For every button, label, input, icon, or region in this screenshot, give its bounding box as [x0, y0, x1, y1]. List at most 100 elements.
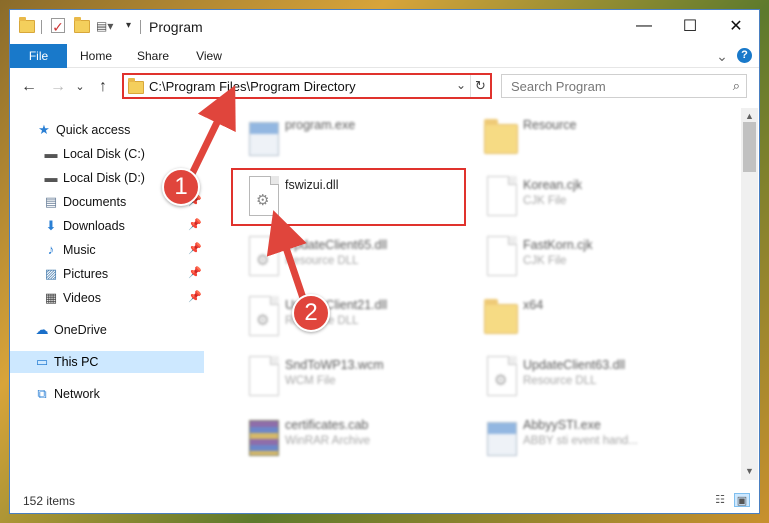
pin-icon[interactable]: 📌	[188, 266, 202, 279]
address-bar[interactable]: C:\Program Files\Program Directory ⌄ ↻	[122, 73, 492, 99]
customize-toolbar-icon[interactable]: ▤▾	[96, 18, 113, 34]
step-1-marker: 1	[162, 168, 200, 206]
folder-icon	[484, 296, 520, 340]
archive-icon	[246, 416, 282, 460]
navigation-pane: ★ Quick access ▬ Local Disk (C:) ▬ Local Disk…	[10, 108, 204, 478]
file-type: Resource DLL	[523, 375, 597, 387]
drive-icon: ▬	[44, 146, 58, 161]
file-item[interactable]: AbbyySTI.exe ABBY sti event hand...	[462, 412, 702, 468]
sidebar-item-label: Network	[54, 387, 100, 401]
large-icons-view-icon[interactable]: ▣	[734, 493, 750, 507]
search-box[interactable]: ⌕	[501, 74, 747, 98]
sidebar-item-downloads[interactable]: ⬇ Downloads 📌	[10, 215, 204, 237]
vertical-scrollbar[interactable]: ▲ ▼	[741, 108, 758, 480]
file-name: FastKorn.cjk	[523, 238, 593, 252]
file-name: AbbyySTI.exe	[523, 418, 601, 432]
sidebar-item-label: OneDrive	[54, 323, 107, 337]
file-name: Resource	[523, 118, 577, 132]
sidebar-item-local-disk-c[interactable]: ▬ Local Disk (C:)	[10, 143, 204, 165]
scrollbar-thumb[interactable]	[743, 122, 756, 172]
sidebar-item-label: Music	[63, 243, 96, 257]
address-dropdown-icon[interactable]: ⌄	[456, 78, 466, 92]
sidebar-item-network[interactable]: ⧉ Network	[10, 383, 204, 405]
title-bar: ✓ ▤▾ ▾ Program — ☐ ✕	[10, 10, 759, 44]
music-icon: ♪	[47, 242, 55, 257]
tab-share[interactable]: Share	[128, 44, 178, 68]
sidebar-item-label: Pictures	[63, 267, 109, 281]
star-icon: ★	[38, 122, 50, 137]
file-item[interactable]: SndToWP13.wcm WCM File	[224, 352, 464, 408]
folder-icon	[19, 17, 35, 34]
recent-locations-button[interactable]: ⌄	[72, 76, 88, 98]
file-item[interactable]: ⚙ UpdateClient63.dll Resource DLL	[462, 352, 702, 408]
details-view-icon[interactable]: ☷	[712, 493, 728, 507]
sidebar-item-music[interactable]: ♪ Music 📌	[10, 239, 204, 261]
documents-icon: ▤	[44, 194, 58, 209]
sidebar-item-videos[interactable]: ▦ Videos 📌	[10, 287, 204, 309]
tab-view[interactable]: View	[186, 44, 232, 68]
sidebar-item-pictures[interactable]: ▨ Pictures 📌	[10, 263, 204, 285]
network-icon: ⧉	[37, 386, 47, 401]
application-icon	[484, 416, 520, 460]
videos-icon: ▦	[44, 290, 58, 305]
window-title: Program	[149, 19, 203, 35]
folder-icon	[128, 78, 144, 94]
divider	[41, 20, 42, 34]
minimize-button[interactable]: —	[621, 10, 667, 42]
file-item[interactable]: program.exe	[224, 112, 464, 168]
maximize-button[interactable]: ☐	[667, 10, 713, 42]
computer-icon: ▭	[35, 354, 49, 369]
file-item[interactable]: x64	[462, 292, 702, 348]
properties-icon[interactable]: ✓	[51, 18, 65, 35]
file-type: CJK File	[523, 195, 567, 207]
file-item[interactable]: ⚙UpdateClient21.dllResource DLL	[224, 292, 464, 348]
file-name: x64	[523, 298, 544, 312]
file-name: certificates.cab	[285, 418, 369, 432]
sidebar-item-label: Documents	[63, 195, 127, 209]
file-name: program.exe	[285, 118, 356, 132]
sidebar-item-this-pc[interactable]: ▭ This PC	[10, 351, 204, 373]
file-name: UpdateClient65.dll	[285, 238, 388, 252]
file-item[interactable]: Korean.cjk CJK File	[462, 172, 702, 228]
file-name: UpdateClient63.dll	[523, 358, 626, 372]
close-button[interactable]: ✕	[713, 10, 759, 42]
file-type: CJK File	[523, 255, 567, 267]
sidebar-item-onedrive[interactable]: ☁ OneDrive	[10, 319, 204, 341]
tab-home[interactable]: Home	[72, 44, 120, 68]
help-icon[interactable]: ?	[737, 48, 752, 63]
file-item[interactable]: FastKorn.cjk CJK File	[462, 232, 702, 288]
search-icon[interactable]: ⌕	[733, 78, 740, 94]
file-item[interactable]: Resource	[462, 112, 702, 168]
file-item[interactable]: ⚙ UpdateClient65.dll Resource DLL	[224, 232, 464, 288]
pictures-icon: ▨	[44, 266, 58, 281]
document-icon	[484, 176, 520, 220]
folder-icon	[484, 116, 520, 160]
expand-ribbon-icon[interactable]: ⌄	[714, 44, 730, 68]
pin-icon[interactable]: 📌	[188, 242, 202, 255]
tab-file[interactable]: File	[10, 44, 67, 68]
new-folder-icon[interactable]	[74, 17, 90, 34]
sidebar-item-label: Quick access	[56, 123, 131, 137]
dll-gear-icon: ⚙	[484, 356, 520, 400]
address-path[interactable]: C:\Program Files\Program Directory	[149, 79, 356, 94]
file-type: WCM File	[285, 375, 336, 387]
drive-icon: ▬	[44, 170, 58, 185]
back-button[interactable]: ←	[18, 76, 40, 98]
downloads-icon: ⬇	[45, 218, 57, 233]
document-icon	[484, 236, 520, 280]
search-input[interactable]	[502, 75, 712, 97]
file-item[interactable]: certificates.cab WinRAR Archive	[224, 412, 464, 468]
sidebar-item-label: This PC	[54, 355, 99, 369]
dll-gear-icon: ⚙	[246, 236, 282, 280]
pin-icon[interactable]: 📌	[188, 218, 202, 231]
forward-button[interactable]: →	[47, 76, 69, 98]
refresh-button[interactable]: ↻	[470, 75, 490, 97]
sidebar-item-quick-access[interactable]: ★ Quick access	[10, 119, 204, 141]
sidebar-item-label: Videos	[63, 291, 101, 305]
file-name: Korean.cjk	[523, 178, 583, 192]
pin-icon[interactable]: 📌	[188, 290, 202, 303]
scroll-down-icon[interactable]: ▼	[741, 463, 758, 480]
file-name: SndToWP13.wcm	[285, 358, 384, 372]
step-2-marker: 2	[292, 294, 330, 332]
up-button[interactable]: ↑	[92, 76, 114, 98]
